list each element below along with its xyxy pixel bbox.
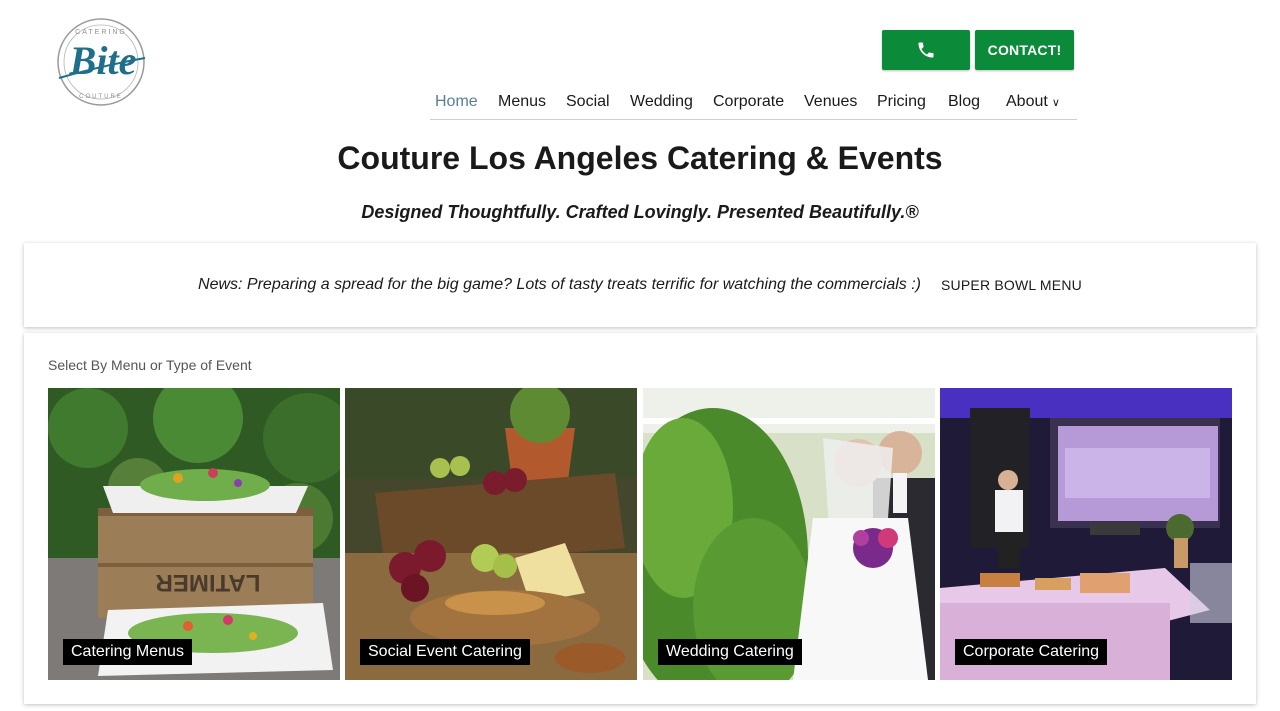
nav-item-about[interactable]: About ∨ [1006,93,1060,111]
svg-text:LATIMER: LATIMER [156,569,261,596]
social-event-image [345,388,637,680]
logo-ring-bottom: COUTURE [79,94,123,100]
nav-item-pricing[interactable]: Pricing [877,93,926,111]
news-banner: News: Preparing a spread for the big gam… [24,243,1256,327]
logo-ring-top: CATERING [75,29,127,36]
nav-item-menus[interactable]: Menus [498,93,546,111]
contact-button[interactable]: CONTACT! [975,30,1074,70]
nav-item-wedding[interactable]: Wedding [630,93,693,111]
tagline: Designed Thoughtfully. Crafted Lovingly.… [361,202,919,222]
logo[interactable]: CATERING COUTURE Bite [53,18,149,106]
nav-item-social[interactable]: Social [566,93,610,111]
tile-caption: Wedding Catering [658,639,802,665]
phone-icon [918,42,934,58]
nav-item-home[interactable]: Home [435,93,478,111]
catering-menus-image: LATIMER [48,388,340,680]
tile-caption: Social Event Catering [360,639,530,665]
tile-caption: Corporate Catering [955,639,1108,665]
news-text: News: Preparing a spread for the big gam… [198,276,922,293]
event-types-section: Select By Menu or Type of Event LATIMER [24,333,1256,704]
phone-button[interactable] [882,30,970,70]
tile-corporate-catering[interactable]: Corporate Catering [940,388,1232,680]
nav-item-blog[interactable]: Blog [948,93,980,111]
logo-text: Bite [69,38,137,83]
main-nav: Home Menus Social Wedding Corporate Venu… [430,88,1077,120]
wedding-image [643,388,935,680]
super-bowl-menu-link[interactable]: SUPER BOWL MENU [941,277,1082,293]
tile-social-event-catering[interactable]: Social Event Catering [345,388,637,680]
corporate-image [940,388,1232,680]
section-label: Select By Menu or Type of Event [48,357,252,373]
tile-wedding-catering[interactable]: Wedding Catering [643,388,935,680]
chevron-down-icon: ∨ [1051,97,1060,109]
nav-item-about-label: About [1006,93,1048,110]
page-title: Couture Los Angeles Catering & Events [337,140,943,176]
header-actions: CONTACT! [882,30,1074,70]
nav-item-venues[interactable]: Venues [804,93,857,111]
tile-catering-menus[interactable]: LATIMER Catering Menus [48,388,340,680]
tile-caption: Catering Menus [63,639,192,665]
nav-item-corporate[interactable]: Corporate [713,93,784,111]
